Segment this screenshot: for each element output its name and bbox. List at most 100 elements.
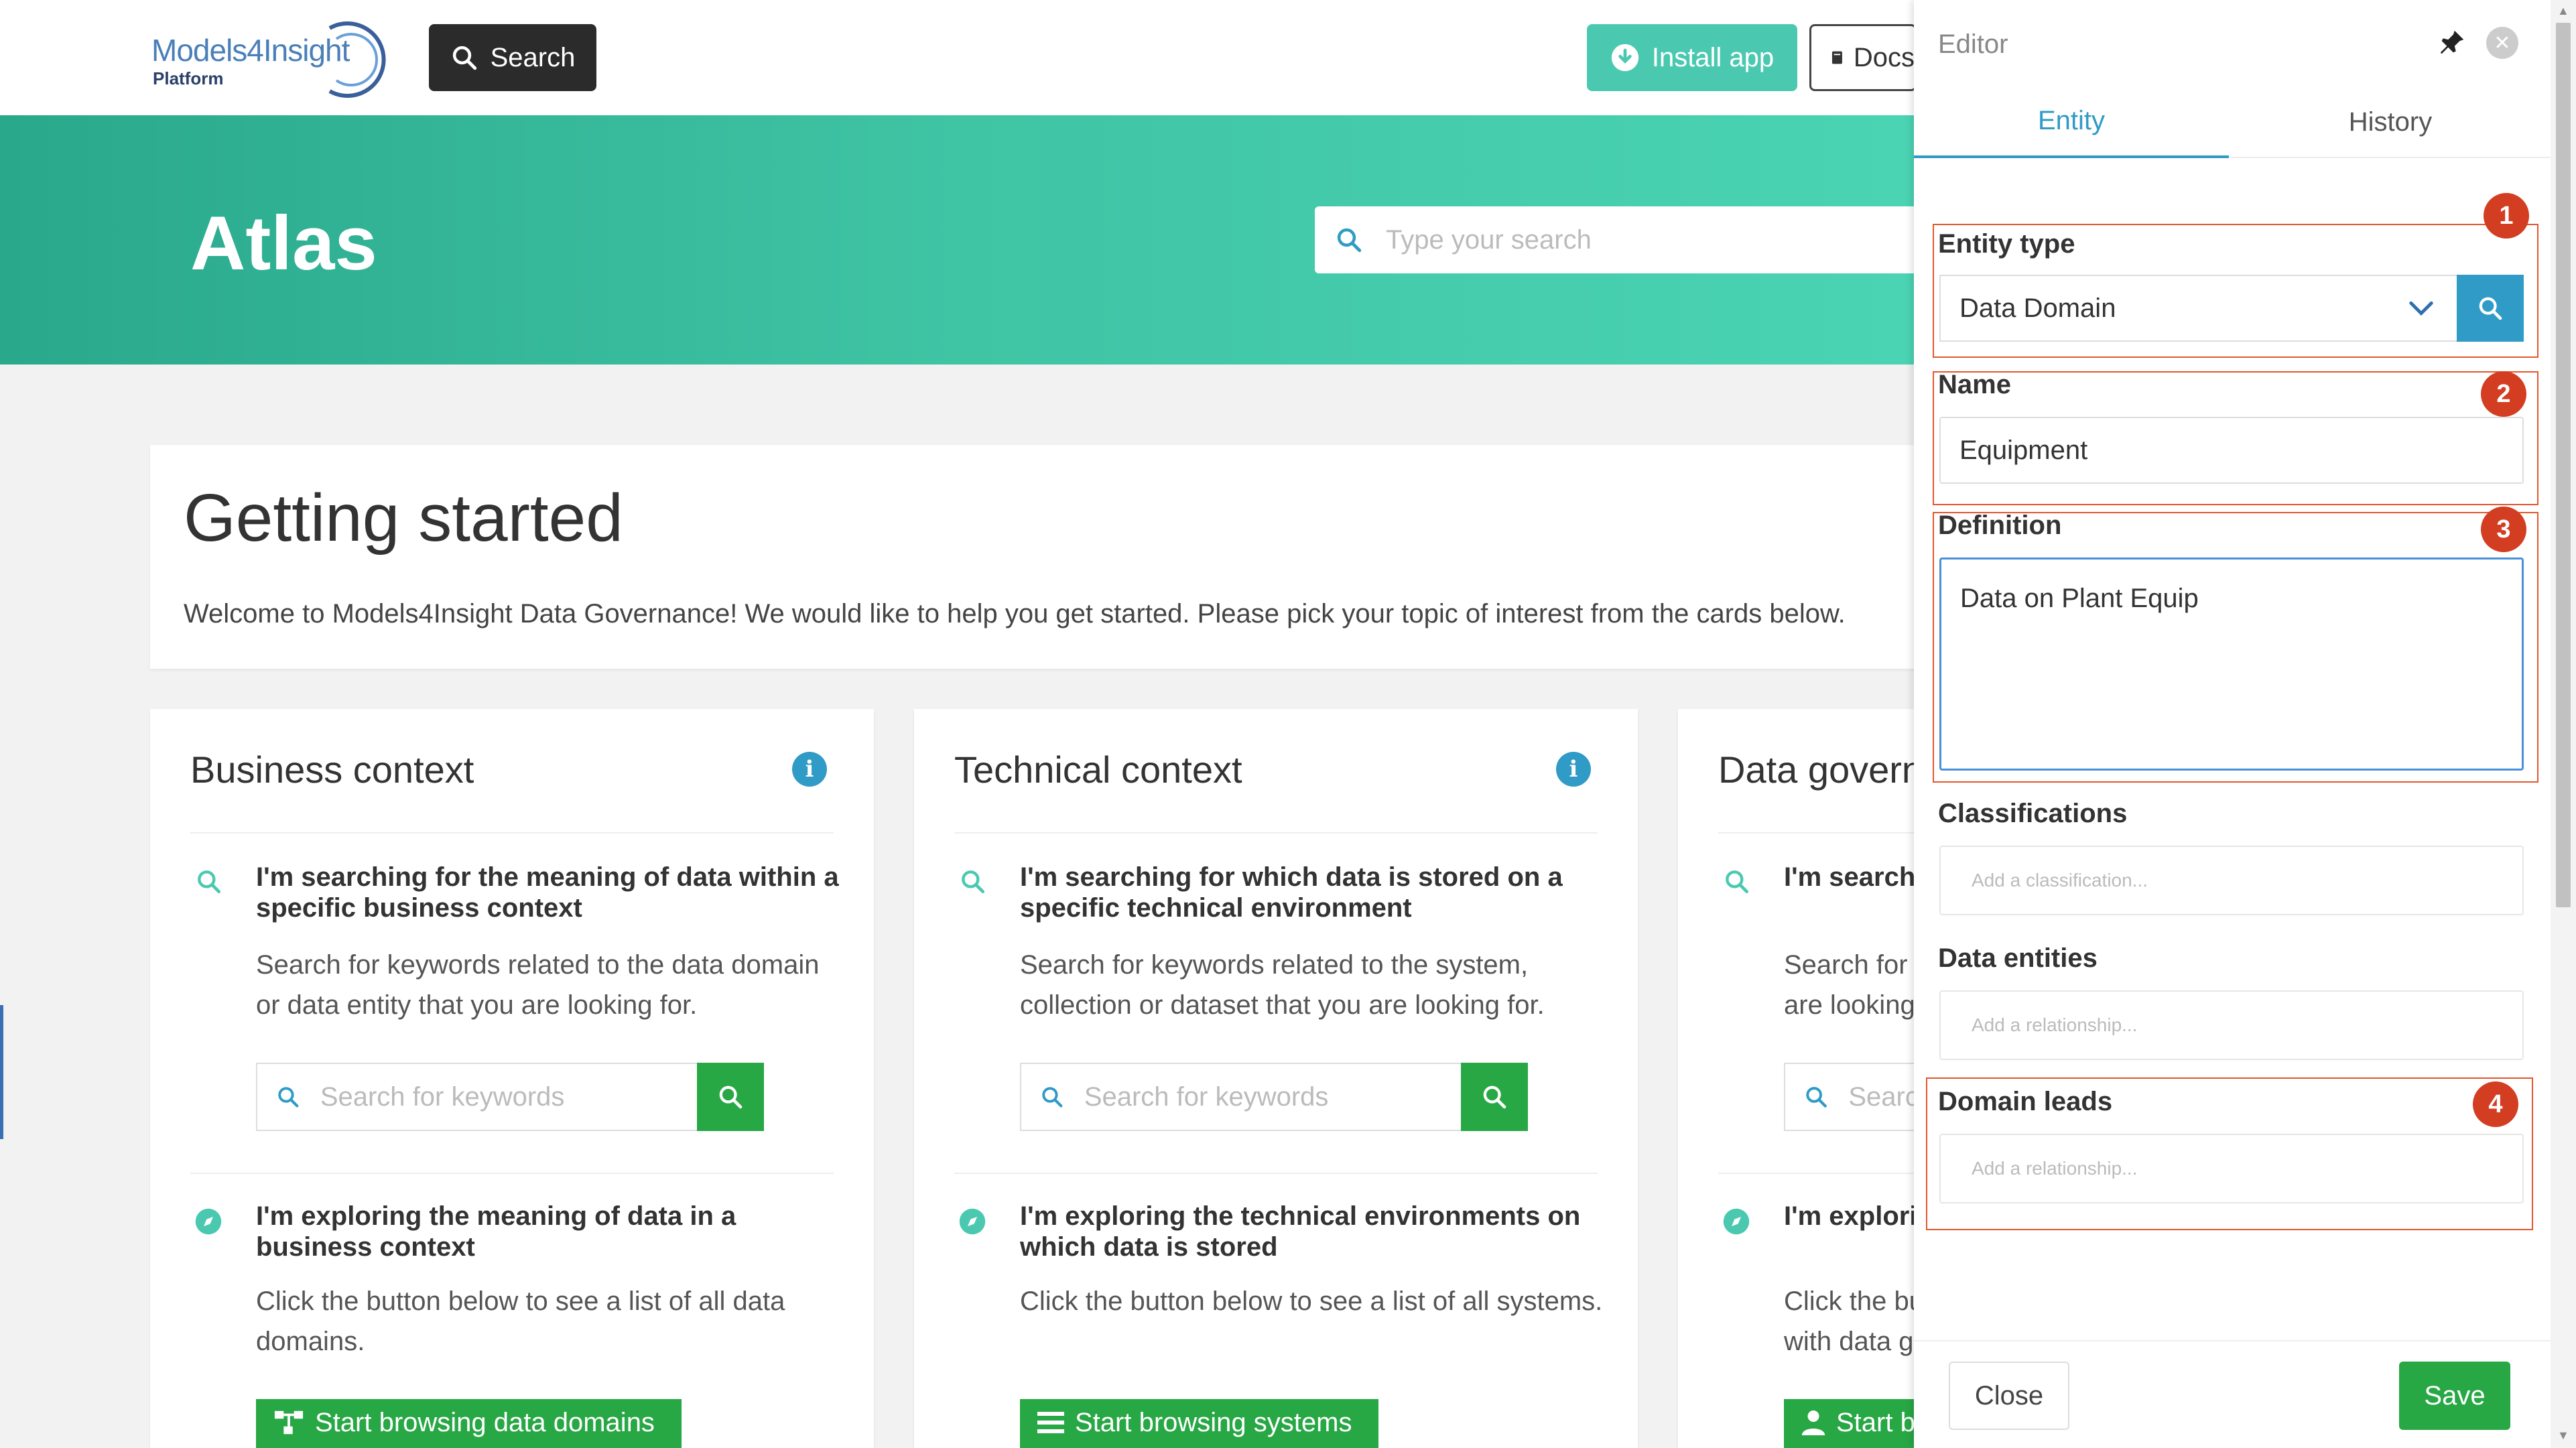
person-icon bbox=[1801, 1410, 1825, 1435]
editor-panel: Editor ✕ Entity History 1 Entity type Da… bbox=[1914, 0, 2551, 1448]
search-icon bbox=[719, 1085, 743, 1109]
domain-leads-label: Domain leads bbox=[1938, 1087, 2113, 1116]
keyword-search-button[interactable] bbox=[697, 1063, 764, 1131]
browse-data-domains-button[interactable]: Start browsing data domains bbox=[256, 1399, 682, 1448]
name-label: Name bbox=[1938, 370, 2011, 399]
divider bbox=[1718, 1173, 1914, 1174]
compass-icon bbox=[959, 1208, 986, 1235]
pin-icon[interactable] bbox=[2437, 27, 2467, 58]
search-description: Search for keywords related to the syste… bbox=[1020, 950, 1545, 1020]
search-heading: I'm searching for the meaning of data wi… bbox=[256, 862, 839, 923]
search-icon bbox=[1042, 1087, 1063, 1108]
search-heading: I'm searching for the responsibilities bbox=[1784, 862, 1914, 892]
keyword-search-field[interactable] bbox=[256, 1063, 697, 1131]
divider bbox=[190, 1173, 834, 1174]
close-button[interactable]: Close bbox=[1949, 1362, 2069, 1430]
classifications-input[interactable] bbox=[1939, 846, 2524, 915]
step-badge-1: 1 bbox=[2484, 193, 2529, 239]
keyword-search-field[interactable] bbox=[1784, 1063, 1914, 1131]
keyword-search-input[interactable] bbox=[320, 1081, 697, 1112]
definition-textarea[interactable]: Data on Plant Equip bbox=[1939, 557, 2524, 771]
card-title: Technical context bbox=[954, 748, 1242, 791]
compass-icon bbox=[195, 1208, 222, 1235]
download-icon bbox=[1611, 44, 1638, 72]
docs-button[interactable]: Docs bbox=[1809, 24, 1917, 91]
search-icon bbox=[1726, 870, 1749, 894]
keyword-search bbox=[1020, 1063, 1528, 1131]
domain-leads-input[interactable] bbox=[1939, 1134, 2524, 1203]
keyword-search-field[interactable] bbox=[1020, 1063, 1461, 1131]
classifications-label: Classifications bbox=[1938, 799, 2128, 828]
explore-description: Click the button below to see a list of … bbox=[256, 1287, 785, 1356]
left-edge-indicator bbox=[0, 1005, 3, 1139]
divider bbox=[954, 1173, 1598, 1174]
getting-started-text: Welcome to Models4Insight Data Governanc… bbox=[184, 599, 1846, 629]
list-icon bbox=[1037, 1412, 1064, 1433]
explore-heading: I'm exploring the technical environments… bbox=[1020, 1201, 1581, 1262]
search-description: Search for keywords related to the perso… bbox=[1784, 950, 1914, 1020]
name-input[interactable] bbox=[1939, 417, 2524, 484]
page-title: Atlas bbox=[190, 201, 377, 286]
search-icon bbox=[2479, 297, 2502, 320]
scroll-down-icon[interactable]: ▼ bbox=[2557, 1429, 2569, 1443]
scrollbar-thumb[interactable] bbox=[2556, 23, 2571, 907]
logo-swirl-icon bbox=[328, 21, 386, 98]
entity-type-select[interactable]: Data Domain bbox=[1939, 275, 2457, 342]
search-heading: I'm searching for which data is stored o… bbox=[1020, 862, 1563, 923]
search-button[interactable]: Search bbox=[429, 24, 596, 91]
divider bbox=[190, 832, 834, 834]
entity-type-search-button[interactable] bbox=[2457, 275, 2524, 342]
hero-search-input[interactable] bbox=[1386, 224, 1855, 255]
editor-tabs: Entity History bbox=[1914, 86, 2551, 158]
getting-started-card: Getting started Welcome to Models4Insigh… bbox=[150, 445, 1919, 669]
keyword-search-button[interactable] bbox=[1461, 1063, 1528, 1131]
browse-button-label: Start browsing data domains bbox=[315, 1407, 655, 1437]
entity-type-value: Data Domain bbox=[1959, 293, 2116, 323]
explore-description: Click the button below to see a list of … bbox=[1020, 1287, 1603, 1316]
step-badge-2: 2 bbox=[2481, 371, 2526, 417]
keyword-search-input[interactable] bbox=[1848, 1081, 1914, 1112]
search-button-label: Search bbox=[490, 42, 576, 72]
search-icon bbox=[1806, 1087, 1827, 1108]
card-title: Data governance bbox=[1718, 748, 1914, 791]
search-description: Search for keywords related to the data … bbox=[256, 950, 820, 1020]
app-logo[interactable]: Models4Insight Platform bbox=[149, 15, 390, 102]
tab-entity[interactable]: Entity bbox=[1914, 86, 2229, 158]
page-scrollbar[interactable]: ▲ ▼ bbox=[2551, 0, 2576, 1448]
browse-people-button[interactable]: Start browsing bbox=[1784, 1399, 1914, 1448]
data-entities-input[interactable] bbox=[1939, 990, 2524, 1060]
compass-icon bbox=[1723, 1208, 1750, 1235]
search-icon bbox=[1337, 228, 1362, 253]
logo-subtitle: Platform bbox=[153, 68, 224, 88]
getting-started-title: Getting started bbox=[184, 480, 623, 555]
data-entities-label: Data entities bbox=[1938, 943, 2098, 973]
tab-history[interactable]: History bbox=[2233, 86, 2548, 158]
keyword-search bbox=[1784, 1063, 1914, 1131]
install-app-button[interactable]: Install app bbox=[1587, 24, 1797, 91]
search-icon bbox=[962, 870, 985, 894]
definition-label: Definition bbox=[1938, 511, 2062, 540]
browse-button-label: Start browsing systems bbox=[1075, 1407, 1352, 1437]
info-icon[interactable]: i bbox=[1556, 752, 1591, 787]
explore-heading: I'm exploring the meaning of data in a b… bbox=[256, 1201, 736, 1262]
search-icon bbox=[1483, 1085, 1506, 1109]
divider bbox=[1718, 832, 1914, 834]
search-icon bbox=[198, 870, 221, 894]
step-badge-3: 3 bbox=[2481, 507, 2526, 552]
card-title: Business context bbox=[190, 748, 474, 791]
search-icon bbox=[278, 1087, 299, 1108]
keyword-search-input[interactable] bbox=[1084, 1081, 1461, 1112]
browse-button-label: Start browsing bbox=[1836, 1407, 1914, 1437]
editor-title: Editor bbox=[1938, 29, 2008, 59]
explore-heading: I'm exploring the responsibilities bbox=[1784, 1201, 1914, 1231]
step-badge-4: 4 bbox=[2473, 1081, 2518, 1127]
editor-footer: Close Save bbox=[1914, 1340, 2551, 1448]
browse-systems-button[interactable]: Start browsing systems bbox=[1020, 1399, 1379, 1448]
hero-search-box[interactable] bbox=[1315, 206, 1918, 273]
info-icon[interactable]: i bbox=[792, 752, 827, 787]
entity-type-label: Entity type bbox=[1938, 229, 2075, 259]
search-icon bbox=[452, 46, 476, 70]
scroll-up-icon[interactable]: ▲ bbox=[2557, 4, 2569, 18]
close-icon[interactable]: ✕ bbox=[2486, 27, 2518, 59]
save-button[interactable]: Save bbox=[2399, 1362, 2510, 1430]
